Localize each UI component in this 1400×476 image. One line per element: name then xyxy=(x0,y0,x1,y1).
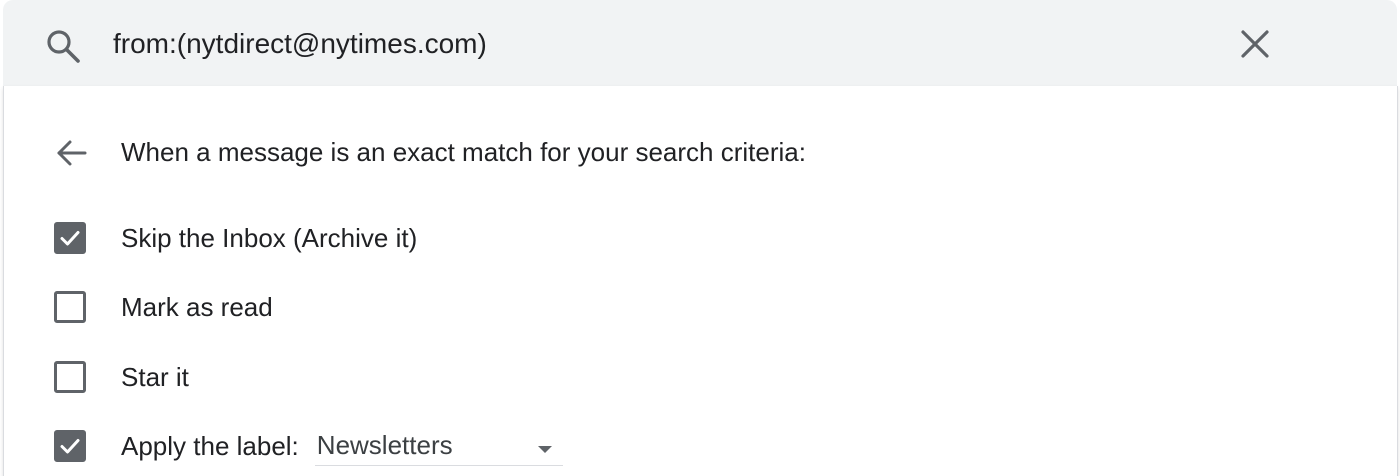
star-it-checkbox[interactable] xyxy=(54,361,86,393)
apply-label-checkbox[interactable] xyxy=(54,430,86,462)
search-icon[interactable] xyxy=(43,26,83,66)
search-input[interactable] xyxy=(113,20,1193,68)
skip-inbox-label: Skip the Inbox (Archive it) xyxy=(121,222,418,253)
criteria-heading: When a message is an exact match for you… xyxy=(121,137,806,167)
option-apply-label: Apply the label: Newsletters xyxy=(54,426,563,466)
chevron-down-icon xyxy=(537,442,553,453)
filter-actions-panel: When a message is an exact match for you… xyxy=(3,86,1398,476)
option-mark-as-read: Mark as read xyxy=(54,287,273,327)
option-star-it: Star it xyxy=(54,357,189,397)
search-bar xyxy=(3,0,1397,87)
label-select-value: Newsletters xyxy=(316,430,453,460)
mark-as-read-checkbox[interactable] xyxy=(54,291,86,323)
check-icon xyxy=(60,439,80,454)
gmail-filter-page: When a message is an exact match for you… xyxy=(0,0,1400,476)
option-skip-inbox: Skip the Inbox (Archive it) xyxy=(54,218,417,258)
skip-inbox-checkbox[interactable] xyxy=(54,222,86,254)
close-icon[interactable] xyxy=(1237,26,1273,62)
check-icon xyxy=(60,231,80,246)
apply-label-label: Apply the label: xyxy=(121,430,299,461)
label-select-dropdown[interactable]: Newsletters xyxy=(314,426,563,466)
arrow-back-icon[interactable] xyxy=(54,136,88,170)
star-it-label: Star it xyxy=(121,361,189,392)
mark-as-read-label: Mark as read xyxy=(121,291,273,322)
